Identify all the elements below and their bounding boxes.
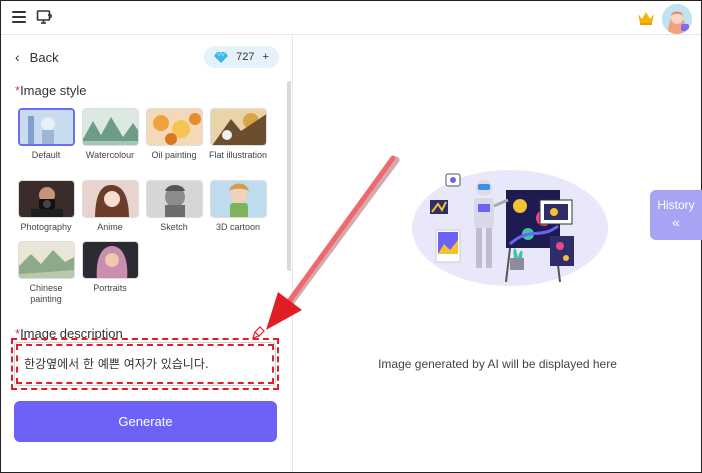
style-thumbnail [81, 241, 139, 279]
style-oil-painting[interactable]: Oil painting [144, 108, 204, 161]
image-style-heading: *Image style [15, 83, 87, 98]
style-thumbnail [17, 241, 75, 279]
history-tab[interactable]: History « [650, 190, 702, 240]
style-thumbnail [81, 180, 139, 218]
style-3d-cartoon[interactable]: 3D cartoon [208, 180, 268, 233]
generate-button[interactable]: Generate [14, 401, 277, 442]
credits-count: 727 [236, 51, 255, 63]
back-label: Back [29, 49, 59, 65]
credits-badge[interactable]: 727 + [204, 46, 279, 68]
style-chinese-painting[interactable]: Chinese painting [16, 241, 76, 305]
credits-plus: + [262, 51, 269, 63]
style-thumbnail [209, 108, 267, 146]
style-flat-illustration[interactable]: Flat illustration [208, 108, 268, 161]
style-default[interactable]: Default [16, 108, 76, 161]
back-button[interactable]: ‹ Back [15, 49, 59, 65]
robot-painter-illustration [412, 170, 608, 286]
style-anime[interactable]: Anime [80, 180, 140, 233]
left-panel: ‹ Back 727 + *Image style Default Waterc… [1, 36, 293, 472]
top-bar [1, 1, 701, 35]
monitor-icon[interactable] [36, 9, 52, 25]
main-panel: Image generated by AI will be displayed … [294, 36, 701, 472]
scrollbar[interactable] [287, 81, 291, 271]
style-watercolour[interactable]: Watercolour [80, 108, 140, 161]
crown-icon[interactable] [637, 11, 655, 25]
style-thumbnail [209, 180, 267, 218]
history-label: History [657, 198, 695, 212]
highlight-box-inner [16, 344, 274, 384]
style-thumbnail [145, 108, 203, 146]
style-portraits[interactable]: Portraits [80, 241, 140, 294]
avatar[interactable] [662, 4, 692, 34]
hamburger-icon[interactable] [12, 11, 26, 23]
style-thumbnail [81, 108, 139, 146]
style-sketch[interactable]: Sketch [144, 180, 204, 233]
style-thumbnail [17, 180, 75, 218]
style-thumbnail [145, 180, 203, 218]
diamond-icon [214, 51, 229, 63]
style-thumbnail [17, 108, 75, 146]
chevron-left-icon: ‹ [15, 49, 20, 65]
style-photography[interactable]: Photography [16, 180, 76, 233]
double-chevron-left-icon: « [672, 214, 680, 230]
empty-state-text: Image generated by AI will be displayed … [378, 357, 617, 371]
